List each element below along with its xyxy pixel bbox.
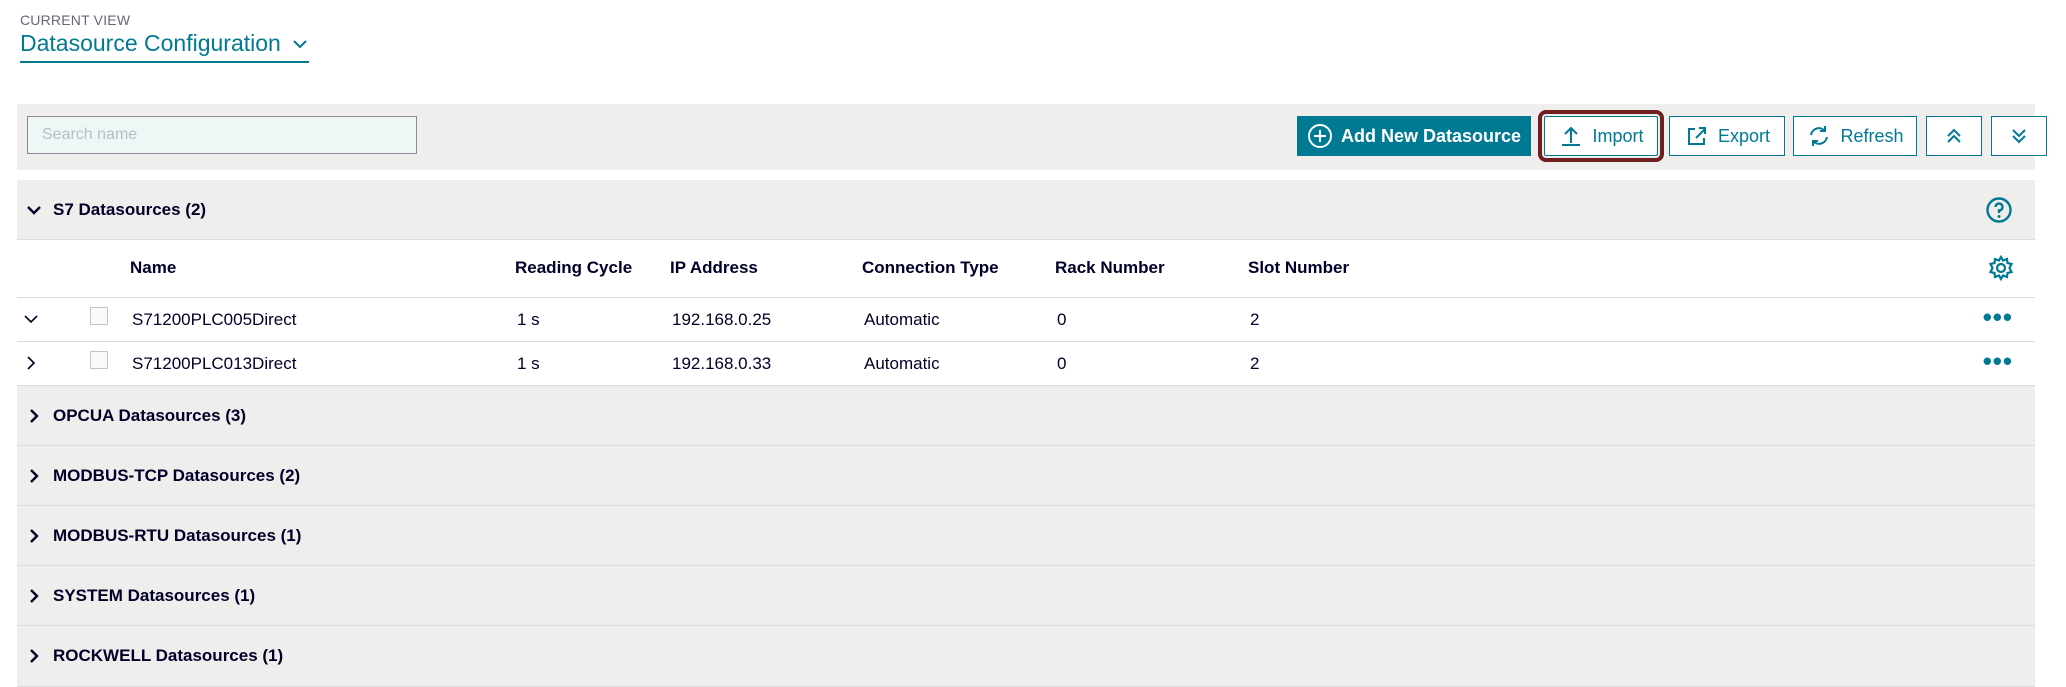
row-checkbox[interactable] [90, 307, 108, 325]
table-row[interactable]: S71200PLC013Direct 1 s 192.168.0.33 Auto… [17, 342, 2035, 386]
column-header-name[interactable]: Name [130, 258, 176, 278]
upload-icon [1562, 126, 1581, 146]
group-header-rockwell[interactable]: ROCKWELL Datasources (1) [17, 626, 2035, 686]
import-label: Import [1592, 125, 1644, 146]
column-header-connection-type[interactable]: Connection Type [862, 258, 999, 278]
add-new-datasource-label: Add New Datasource [1340, 125, 1522, 146]
group-header-system[interactable]: SYSTEM Datasources (1) [17, 566, 2035, 626]
export-icon [1687, 127, 1706, 145]
chevron-right-icon [30, 469, 39, 483]
more-options-icon[interactable]: ••• [1983, 346, 2013, 377]
view-selector[interactable]: Datasource Configuration [20, 30, 309, 63]
table-header: Name Reading Cycle IP Address Connection… [17, 240, 2035, 298]
expand-all-button[interactable] [1991, 116, 2047, 156]
toolbar: Add New Datasource Import Export Refresh [17, 104, 2047, 170]
group-label: MODBUS-TCP Datasources (2) [53, 466, 301, 485]
export-label: Export [1717, 125, 1771, 146]
cell-rack-number: 0 [1057, 354, 1067, 373]
search-input[interactable] [27, 116, 417, 154]
group-label: OPCUA Datasources (3) [53, 406, 247, 425]
group-label: MODBUS-RTU Datasources (1) [53, 526, 302, 545]
cell-ip-address: 192.168.0.33 [672, 354, 772, 373]
chevron-right-icon [30, 409, 39, 423]
row-checkbox[interactable] [90, 351, 108, 369]
refresh-label: Refresh [1840, 125, 1904, 146]
chevron-right-icon [30, 649, 39, 663]
chevron-down-icon [293, 39, 307, 48]
column-header-rack-number[interactable]: Rack Number [1055, 258, 1165, 278]
column-header-slot-number[interactable]: Slot Number [1248, 258, 1349, 278]
group-header-s7[interactable]: S7 Datasources (2) [17, 180, 2035, 240]
group-label: SYSTEM Datasources (1) [53, 586, 256, 605]
cell-reading-cycle: 1 s [517, 354, 540, 373]
gear-icon[interactable] [1987, 254, 2015, 282]
double-chevron-up-icon [1947, 128, 1961, 143]
add-circle-icon [1307, 124, 1332, 148]
group-header-modbus-tcp[interactable]: MODBUS-TCP Datasources (2) [17, 446, 2035, 506]
more-options-icon[interactable]: ••• [1983, 302, 2013, 333]
group-opcua: OPCUA Datasources (3) [17, 386, 2035, 446]
cell-ip-address: 192.168.0.25 [672, 310, 772, 329]
chevron-down-icon [27, 206, 41, 215]
group-modbus-rtu: MODBUS-RTU Datasources (1) [17, 506, 2035, 566]
cell-rack-number: 0 [1057, 310, 1067, 329]
refresh-icon [1810, 126, 1829, 146]
cell-connection-type: Automatic [864, 310, 940, 329]
view-title: Datasource Configuration [20, 30, 281, 56]
table-row[interactable]: S71200PLC005Direct 1 s 192.168.0.25 Auto… [17, 298, 2035, 342]
group-label: S7 Datasources (2) [53, 200, 207, 219]
chevron-right-icon[interactable] [23, 355, 39, 371]
help-icon[interactable] [1985, 196, 2013, 224]
export-button[interactable]: Export [1669, 116, 1785, 156]
chevron-right-icon [30, 529, 39, 543]
group-modbus-tcp: MODBUS-TCP Datasources (2) [17, 446, 2035, 506]
group-system: SYSTEM Datasources (1) [17, 566, 2035, 626]
cell-reading-cycle: 1 s [517, 310, 540, 329]
group-rockwell: ROCKWELL Datasources (1) [17, 626, 2035, 687]
group-header-opcua[interactable]: OPCUA Datasources (3) [17, 386, 2035, 446]
double-chevron-down-icon [2012, 129, 2026, 144]
add-new-datasource-button[interactable]: Add New Datasource [1297, 116, 1531, 156]
current-view-caption: CURRENT VIEW [20, 12, 131, 28]
column-header-ip-address[interactable]: IP Address [670, 258, 758, 278]
cell-slot-number: 2 [1250, 354, 1260, 373]
collapse-all-button[interactable] [1926, 116, 1982, 156]
cell-name: S71200PLC013Direct [132, 354, 297, 373]
chevron-down-icon[interactable] [23, 311, 39, 327]
cell-connection-type: Automatic [864, 354, 940, 373]
cell-slot-number: 2 [1250, 310, 1260, 329]
import-button[interactable]: Import [1538, 110, 1664, 162]
refresh-button[interactable]: Refresh [1793, 116, 1917, 156]
chevron-right-icon [30, 589, 39, 603]
column-header-reading-cycle[interactable]: Reading Cycle [515, 258, 632, 278]
group-label: ROCKWELL Datasources (1) [53, 646, 284, 665]
group-s7: S7 Datasources (2) [17, 180, 2035, 240]
cell-name: S71200PLC005Direct [132, 310, 297, 329]
group-header-modbus-rtu[interactable]: MODBUS-RTU Datasources (1) [17, 506, 2035, 566]
